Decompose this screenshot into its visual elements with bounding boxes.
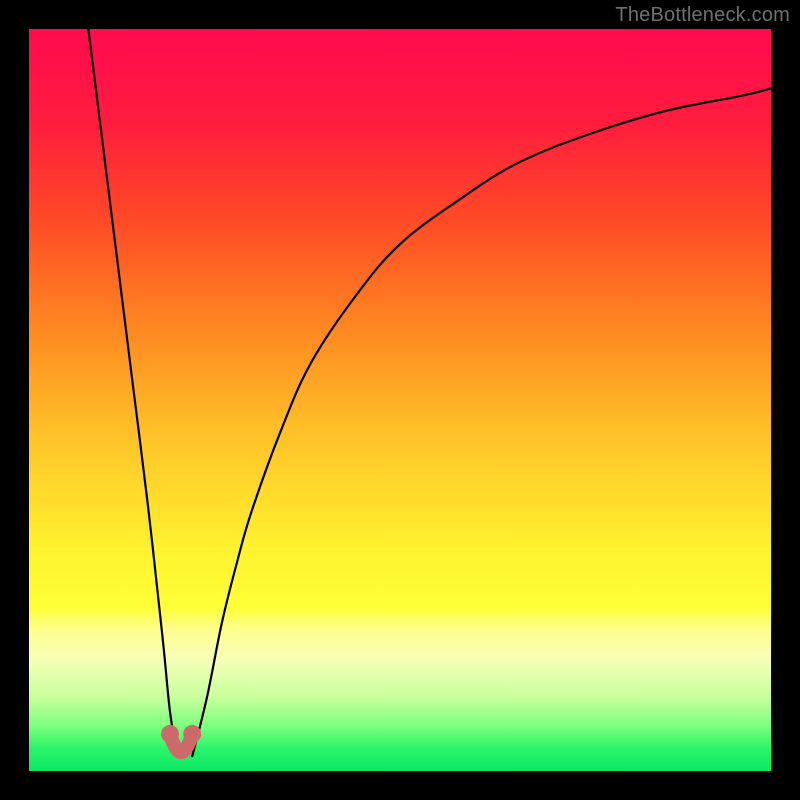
watermark-text: TheBottleneck.com (615, 4, 790, 27)
chart-frame: TheBottleneck.com (0, 0, 800, 800)
bottleneck-chart (29, 29, 771, 771)
gradient-background (29, 29, 771, 771)
